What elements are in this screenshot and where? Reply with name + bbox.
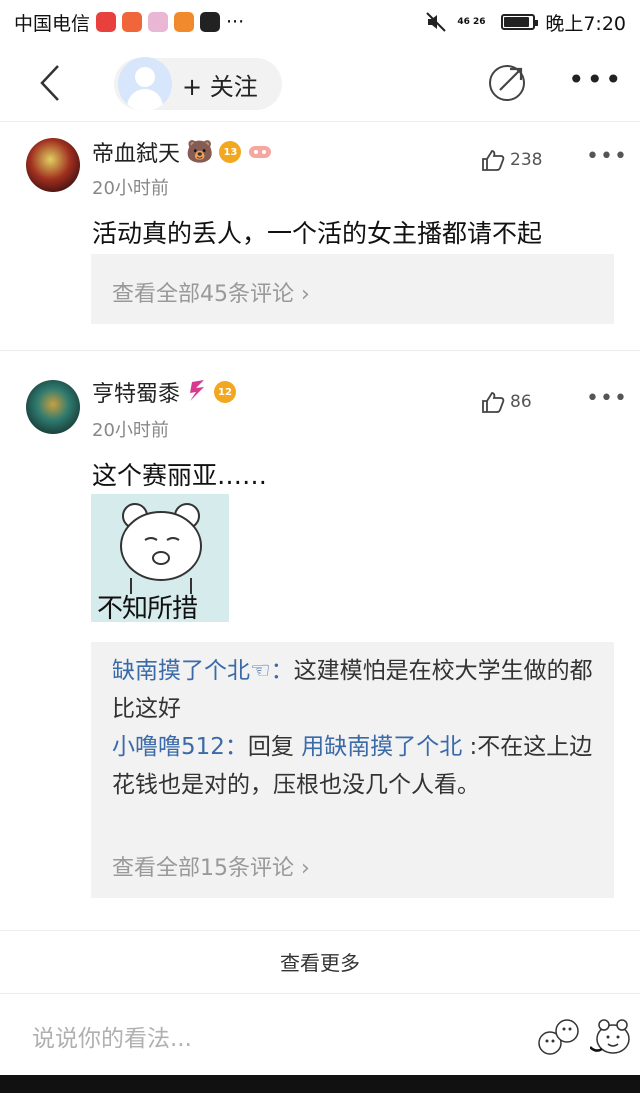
comment-item: 帝血弑天 🐻 13 20小时前 238 ••• 活动真的丢人，一个活的女主播都请…: [0, 122, 640, 350]
lightning-icon: [190, 380, 205, 401]
user-avatar[interactable]: [26, 380, 80, 434]
tiktok-icon: [200, 12, 221, 32]
bear-meme-drawing: [120, 503, 202, 594]
comment-input[interactable]: 说说你的看法...: [32, 1019, 192, 1053]
reply-target-username[interactable]: 用缺南摸了个北: [301, 734, 462, 760]
video-app-icon: [174, 12, 195, 32]
reply-username[interactable]: 缺南摸了个北: [112, 658, 250, 684]
toutiao-app-icon: [96, 12, 117, 32]
comment-input-bar: 说说你的看法...: [0, 995, 640, 1075]
comment-item: 亨特蜀黍 12 20小时前 86 ••• 这个赛丽亚…… 不知所措 缺南摸了个北…: [0, 364, 640, 924]
reply-box: 缺南摸了个北☜：这建模怕是在校大学生做的都比这好 小噜噜512：回复 用缺南摸了…: [91, 642, 614, 898]
pointing-hand-icon: ☜: [250, 658, 271, 684]
bear-emoji-icon: 🐻: [186, 139, 214, 165]
network-indicator: 46 26: [457, 16, 486, 27]
level-badge: 13: [219, 141, 242, 163]
like-count: 86: [510, 392, 532, 412]
app-icon-pink: [148, 12, 169, 32]
username[interactable]: 亨特蜀黍: [92, 376, 180, 408]
username[interactable]: 帝血弑天: [92, 136, 180, 168]
author-avatar[interactable]: [118, 57, 172, 111]
comment-time: 20小时前: [92, 178, 169, 199]
app-icon-red: [122, 12, 143, 32]
more-notifications-icon: ···: [226, 11, 245, 33]
user-avatar[interactable]: [26, 138, 80, 192]
reply-item[interactable]: 小噜噜512：回复 用缺南摸了个北 :不在这上边花钱也是对的，压根也没几个人看。: [112, 728, 602, 804]
top-nav-bar: + 关注 •••: [0, 44, 640, 122]
clock: 晚上7:20: [545, 12, 626, 35]
sticker-pack-icon[interactable]: [536, 1013, 582, 1061]
status-bar: 中国电信 ··· 46 26 晚上7:20: [0, 0, 640, 44]
comment-text: 活动真的丢人，一个活的女主播都请不起: [92, 219, 543, 248]
battery-icon: [501, 14, 539, 30]
reply-item[interactable]: 缺南摸了个北☜：这建模怕是在校大学生做的都比这好: [112, 652, 602, 728]
reply-username[interactable]: 小噜噜512: [112, 734, 225, 760]
see-more-button[interactable]: 查看更多: [0, 930, 640, 994]
comment-time: 20小时前: [92, 420, 169, 441]
divider: [0, 350, 640, 351]
image-caption: 不知所措: [97, 594, 198, 622]
comment-image[interactable]: 不知所措: [91, 494, 229, 622]
like-button[interactable]: 238: [478, 146, 542, 174]
like-button[interactable]: 86: [478, 388, 532, 416]
back-arrow-icon[interactable]: [32, 60, 72, 106]
more-options-icon[interactable]: •••: [568, 66, 622, 94]
view-all-replies-link[interactable]: 查看全部15条评论 ›: [112, 850, 310, 882]
carrier-label: 中国电信: [14, 12, 91, 35]
like-thumb-icon: [482, 392, 505, 413]
comment-more-icon[interactable]: •••: [586, 386, 628, 411]
game-badge-icon: [249, 146, 272, 158]
mute-icon: [426, 12, 447, 32]
system-nav-bar: [0, 1075, 640, 1093]
like-count: 238: [510, 150, 543, 170]
view-all-replies-link[interactable]: 查看全部45条评论 ›: [112, 276, 310, 308]
comment-more-icon[interactable]: •••: [586, 144, 628, 169]
comment-text: 这个赛丽亚……: [92, 461, 268, 490]
reply-box: 查看全部45条评论 ›: [91, 254, 614, 324]
emoji-icon[interactable]: [590, 1013, 636, 1061]
level-badge: 12: [214, 381, 237, 403]
share-icon[interactable]: [486, 62, 528, 104]
like-thumb-icon: [482, 150, 505, 171]
follow-button[interactable]: + 关注: [114, 57, 282, 111]
follow-label: + 关注: [182, 72, 258, 101]
